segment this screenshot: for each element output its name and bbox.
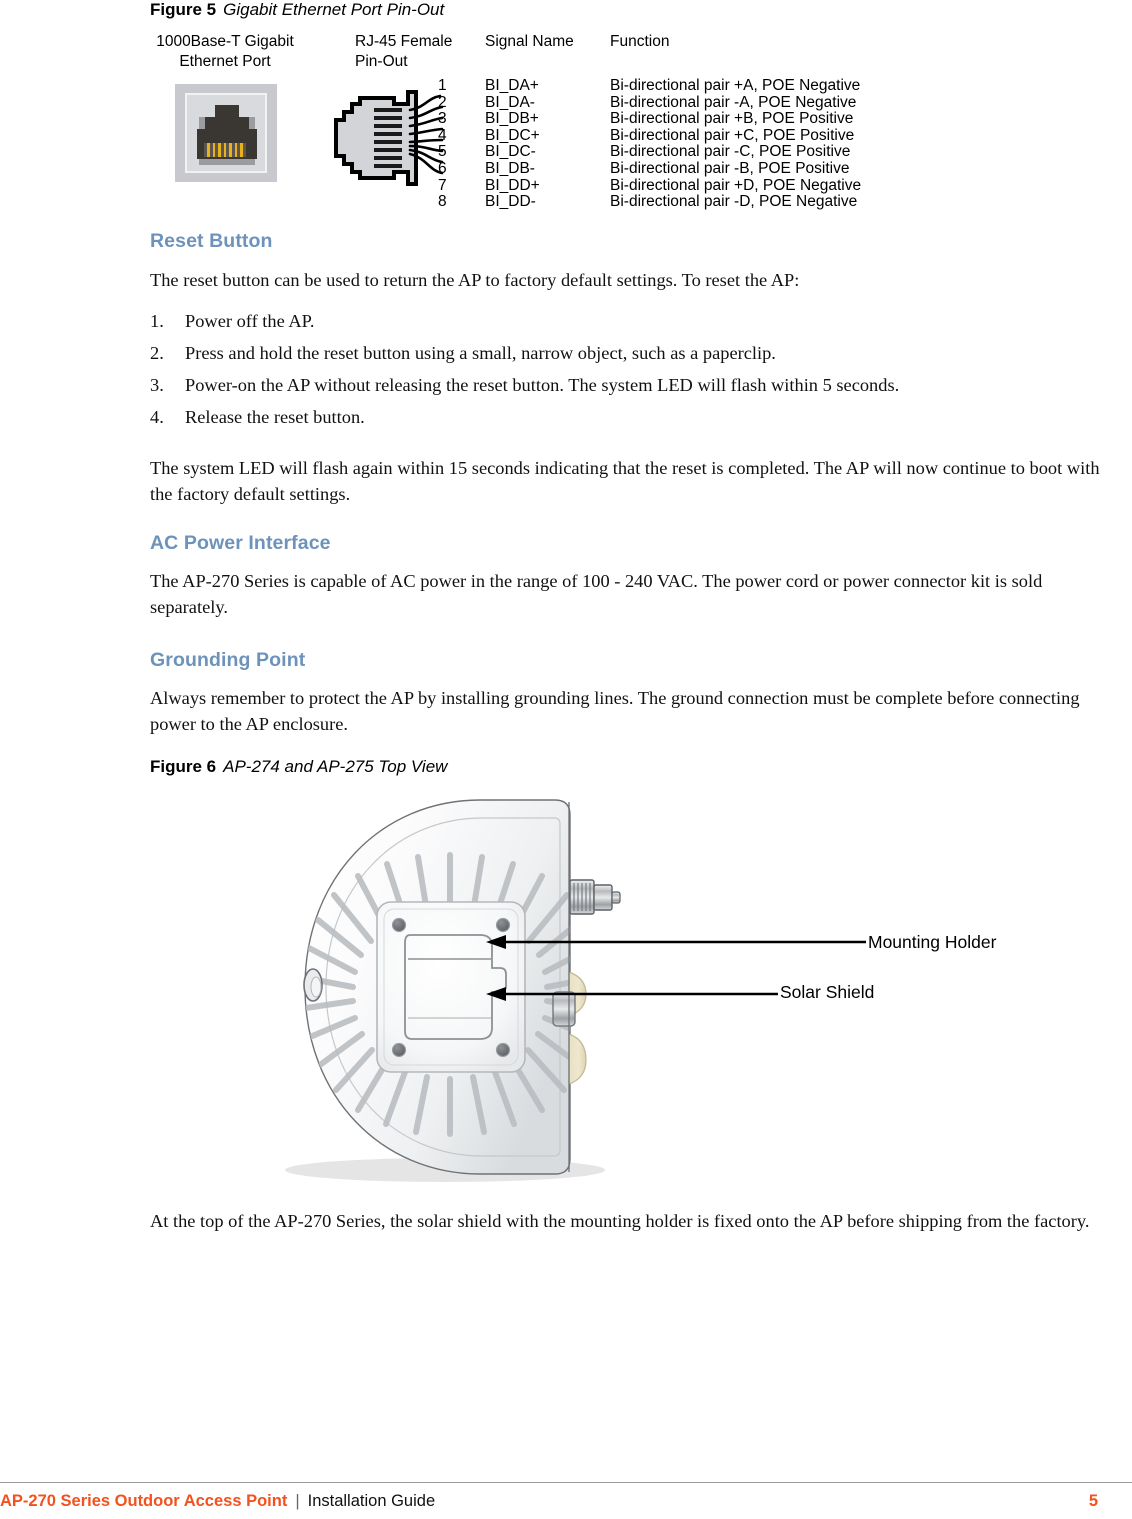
footer-separator: | <box>295 1492 300 1510</box>
list-item: 1. Power off the AP. <box>150 308 1100 340</box>
signal-name-cell: BI_DC- <box>485 143 536 161</box>
pin-number-column: 1 2 3 4 5 6 7 8 <box>438 77 447 211</box>
list-item-number: 2. <box>150 343 164 363</box>
footer-page-number: 5 <box>1088 1492 1098 1510</box>
list-item-number: 3. <box>150 375 164 395</box>
callout-label-mounting-holder: Mounting Holder <box>868 932 997 952</box>
signal-name-cell: BI_DD- <box>485 193 536 211</box>
ethernet-port-label-line2: Ethernet Port <box>179 53 271 70</box>
pin-number: 7 <box>438 176 447 194</box>
figure-5-title: Gigabit Ethernet Port Pin-Out <box>223 0 445 19</box>
page-footer: AP-270 Series Outdoor Access Point | Insta… <box>0 1489 1132 1519</box>
list-item-number: 4. <box>150 407 164 427</box>
list-item-text: Power-on the AP without releasing the re… <box>185 375 900 395</box>
function-cell: Bi-directional pair +C, POE Positive <box>610 126 855 144</box>
list-item-text: Release the reset button. <box>185 407 365 427</box>
rj45-connector-outline <box>334 90 444 186</box>
rj45-label-line2: Pin-Out <box>355 53 408 70</box>
reset-steps-list: 1. Power off the AP. 2. Press and hold t… <box>150 308 1100 436</box>
screw-icon <box>391 1042 407 1058</box>
solar-shield-lower <box>568 1033 587 1085</box>
footer-text-group: AP-270 Series Outdoor Access Point | Insta… <box>0 1492 435 1511</box>
ac-power-interface-paragraph: The AP-270 Series is capable of AC power… <box>150 571 1043 617</box>
figure-6-ap-top-view: Mounting Holder Solar Shield <box>150 782 1110 1192</box>
figure-6-trailing-paragraph: At the top of the AP-270 Series, the sol… <box>150 1211 1090 1231</box>
signal-name-cell: BI_DB+ <box>485 110 539 128</box>
pin-number: 4 <box>438 126 447 144</box>
signal-name-column: BI_DA+ BI_DA- BI_DB+ BI_DC+ BI_DC- BI_DB… <box>485 77 540 211</box>
pin-number: 2 <box>438 93 447 111</box>
rj45-port-image <box>175 84 277 182</box>
signal-name-cell: BI_DC+ <box>485 126 540 144</box>
pin-number: 3 <box>438 110 447 128</box>
pin-number: 8 <box>438 193 447 211</box>
reset-button-outro-paragraph: The system LED will flash again within 1… <box>150 458 1100 504</box>
signal-name-cell: BI_DB- <box>485 159 535 177</box>
list-item-text: Press and hold the reset button using a … <box>185 343 776 363</box>
pin-number: 5 <box>438 143 447 161</box>
screw-icon <box>391 917 407 933</box>
signal-name-column-header: Signal Name <box>485 33 574 50</box>
mounting-holder-connector <box>569 879 621 915</box>
function-cell: Bi-directional pair -B, POE Positive <box>610 159 850 177</box>
screw-icon <box>495 1042 511 1058</box>
figure-6-number: Figure 6 <box>150 757 217 776</box>
rj45-port-inner-frame <box>185 93 267 173</box>
signal-name-cell: BI_DA+ <box>485 77 539 94</box>
pin-number: 1 <box>438 77 447 94</box>
function-cell: Bi-directional pair -D, POE Negative <box>610 193 858 211</box>
heading-ac-power-interface: AC Power Interface <box>150 532 331 554</box>
list-item-number: 1. <box>150 311 164 331</box>
function-cell: Bi-directional pair -C, POE Positive <box>610 143 851 161</box>
grounding-point-paragraph: Always remember to protect the AP by ins… <box>150 688 1080 734</box>
function-column: Bi-directional pair +A, POE Negative Bi-… <box>610 77 862 211</box>
function-cell: Bi-directional pair +A, POE Negative <box>610 77 861 94</box>
figure-6-caption: Figure 6 AP-274 and AP-275 Top View <box>150 757 447 777</box>
connector-tip <box>611 891 621 904</box>
function-cell: Bi-directional pair +B, POE Positive <box>610 110 854 128</box>
reset-button-intro-paragraph: The reset button can be used to return t… <box>150 270 800 290</box>
figure-5-caption: Figure 5 Gigabit Ethernet Port Pin-Out <box>150 0 444 20</box>
left-side-port-inner <box>310 976 322 998</box>
callout-label-solar-shield: Solar Shield <box>780 982 875 1002</box>
footer-product-name: AP-270 Series Outdoor Access Point <box>0 1492 288 1510</box>
list-item-text: Power off the AP. <box>185 311 315 331</box>
function-column-header: Function <box>610 33 670 50</box>
figure-6-title: AP-274 and AP-275 Top View <box>223 757 448 776</box>
figure-5-pinout-diagram: 1000Base-T Gigabit Ethernet Port RJ-45 F… <box>150 28 1110 211</box>
pin-number: 6 <box>438 159 447 177</box>
ethernet-port-label-line1: 1000Base-T Gigabit <box>156 33 294 50</box>
heading-grounding-point: Grounding Point <box>150 649 306 671</box>
list-item: 2. Press and hold the reset button using… <box>150 340 1100 372</box>
rj45-label-line1: RJ-45 Female <box>355 33 453 50</box>
function-cell: Bi-directional pair -A, POE Negative <box>610 93 857 111</box>
heading-reset-button: Reset Button <box>150 230 273 252</box>
ap-top-view-illustration <box>285 799 866 1182</box>
document-page: Figure 5 Gigabit Ethernet Port Pin-Out 10… <box>0 0 1132 1519</box>
footer-divider <box>0 1482 1132 1483</box>
figure-5-number: Figure 5 <box>150 0 217 19</box>
rj45-gold-pins <box>204 143 246 157</box>
ethernet-port-column-label: 1000Base-T Gigabit Ethernet Port <box>150 32 300 72</box>
solar-shield-post <box>552 991 576 1027</box>
list-item: 4. Release the reset button. <box>150 404 1100 436</box>
function-cell: Bi-directional pair +D, POE Negative <box>610 176 862 194</box>
connector-barrel <box>593 884 613 911</box>
screw-icon <box>495 917 511 933</box>
list-item: 3. Power-on the AP without releasing the… <box>150 372 1100 404</box>
rj45-pinout-column-label: RJ-45 Female Pin-Out <box>355 32 452 72</box>
signal-name-cell: BI_DD+ <box>485 176 540 194</box>
footer-guide-name: Installation Guide <box>307 1492 436 1510</box>
signal-name-cell: BI_DA- <box>485 93 535 111</box>
